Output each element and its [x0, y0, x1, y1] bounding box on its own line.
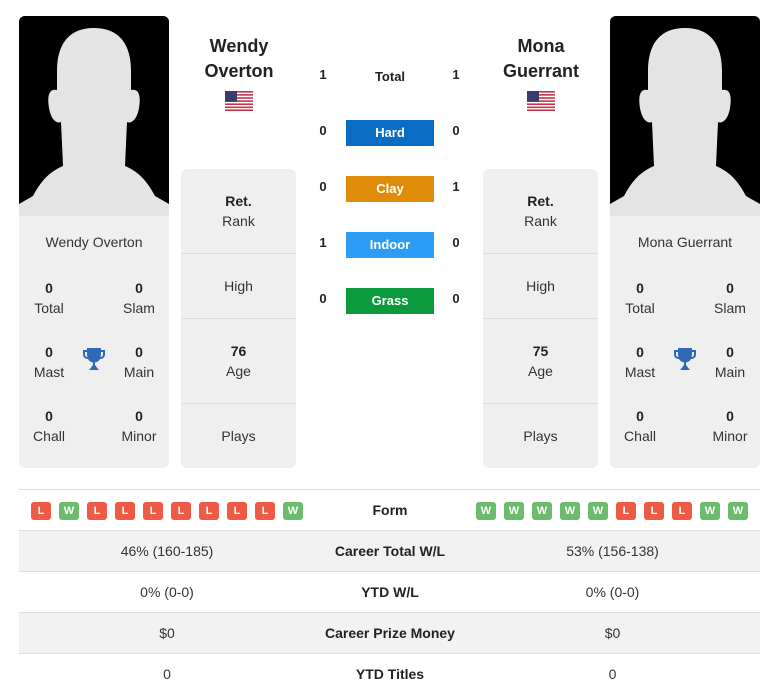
titles-minor: 0 Minor: [121, 408, 157, 444]
player1-info: Ret. Rank High 76 Age Plays: [181, 169, 296, 468]
prize-money-row: $0 Career Prize Money $0: [19, 612, 760, 653]
form-win-badge[interactable]: W: [476, 502, 496, 520]
ytd-wl-label: YTD W/L: [361, 584, 419, 600]
age-cell: 75 Age: [528, 343, 553, 379]
prize-money-label: Career Prize Money: [325, 625, 455, 641]
titles-main: 0 Main: [123, 344, 155, 380]
surface-clay-button[interactable]: Clay: [346, 176, 434, 202]
titles-chall: 0 Chall: [33, 408, 65, 444]
form-loss-badge[interactable]: L: [255, 502, 275, 520]
player1-heading[interactable]: Wendy Overton: [179, 34, 299, 84]
titles-main: 0 Main: [714, 344, 746, 380]
rank-cell: Ret. Rank: [222, 193, 255, 229]
career-total-label: Career Total W/L: [334, 543, 446, 559]
form-win-badge[interactable]: W: [283, 502, 303, 520]
player2-form: WWWWWLLLWW: [476, 502, 748, 520]
form-win-badge[interactable]: W: [700, 502, 720, 520]
h2h-total-p2: 1: [452, 67, 460, 82]
form-loss-badge[interactable]: L: [87, 502, 107, 520]
divider: [483, 253, 598, 254]
h2h-hard-p2: 0: [452, 123, 460, 138]
titles-slam: 0 Slam: [123, 280, 155, 316]
h2h-clay-p2: 1: [452, 179, 460, 194]
form-loss-badge[interactable]: L: [227, 502, 247, 520]
divider: [483, 318, 598, 319]
form-loss-badge[interactable]: L: [115, 502, 135, 520]
divider: [181, 403, 296, 404]
player1-card: Wendy Overton 0 Total 0 Slam 0 Mast 0 Main 0…: [19, 16, 169, 468]
surface-indoor-button[interactable]: Indoor: [346, 232, 434, 258]
form-win-badge[interactable]: W: [59, 502, 79, 520]
form-loss-badge[interactable]: L: [31, 502, 51, 520]
titles-minor: 0 Minor: [712, 408, 748, 444]
form-row: LWLLLLLLLW Form WWWWWLLLWW: [19, 489, 760, 530]
career-total-row: 46% (160-185) Career Total W/L 53% (156-…: [19, 530, 760, 571]
form-win-badge[interactable]: W: [588, 502, 608, 520]
trophy-icon: [82, 346, 106, 372]
form-loss-badge[interactable]: L: [171, 502, 191, 520]
player2-ytd-wl: 0% (0-0): [585, 584, 640, 600]
high-cell: High: [224, 278, 253, 294]
form-loss-badge[interactable]: L: [644, 502, 664, 520]
ytd-titles-row: 0 YTD Titles 0: [19, 653, 760, 694]
divider: [181, 253, 296, 254]
player1-prize-money: $0: [159, 625, 175, 641]
form-loss-badge[interactable]: L: [199, 502, 219, 520]
player2-card: Mona Guerrant 0 Total 0 Slam 0 Mast 0 Main 0…: [610, 16, 760, 468]
titles-chall: 0 Chall: [624, 408, 656, 444]
divider: [181, 318, 296, 319]
h2h-indoor-p1: 1: [319, 235, 327, 250]
titles-mast: 0 Mast: [624, 344, 656, 380]
player2-ytd-titles: 0: [608, 666, 617, 682]
h2h-grass-p2: 0: [452, 291, 460, 306]
surface-hard-button[interactable]: Hard: [346, 120, 434, 146]
player1-name-label: Wendy Overton: [45, 234, 143, 250]
divider: [483, 403, 598, 404]
player2-heading[interactable]: Mona Guerrant: [481, 34, 601, 84]
form-win-badge[interactable]: W: [560, 502, 580, 520]
form-win-badge[interactable]: W: [728, 502, 748, 520]
titles-total: 0 Total: [34, 280, 64, 316]
titles-total: 0 Total: [625, 280, 655, 316]
player2-info: Ret. Rank High 75 Age Plays: [483, 169, 598, 468]
age-cell: 76 Age: [226, 343, 251, 379]
form-win-badge[interactable]: W: [504, 502, 524, 520]
high-cell: High: [526, 278, 555, 294]
player1-photo: [19, 16, 169, 216]
form-loss-badge[interactable]: L: [672, 502, 692, 520]
titles-slam: 0 Slam: [714, 280, 746, 316]
player2-career-total: 53% (156-138): [566, 543, 659, 559]
player1-ytd-wl: 0% (0-0): [140, 584, 194, 600]
player1-career-total: 46% (160-185): [120, 543, 214, 559]
h2h-indoor-p2: 0: [452, 235, 460, 250]
trophy-icon: [673, 346, 697, 372]
player2-name-label: Mona Guerrant: [637, 234, 733, 250]
person-silhouette-icon: [19, 16, 169, 216]
h2h-grass-p1: 0: [319, 291, 327, 306]
person-silhouette-icon: [610, 16, 760, 216]
form-label: Form: [372, 502, 408, 518]
ytd-titles-label: YTD Titles: [355, 666, 425, 682]
player1-ytd-titles: 0: [163, 666, 171, 682]
plays-cell: Plays: [221, 428, 256, 444]
h2h-clay-p1: 0: [319, 179, 327, 194]
player1-form: LWLLLLLLLW: [31, 502, 303, 520]
us-flag-icon: [225, 91, 253, 111]
rank-cell: Ret. Rank: [524, 193, 557, 229]
h2h-total-p1: 1: [319, 67, 327, 82]
ytd-wl-row: 0% (0-0) YTD W/L 0% (0-0): [19, 571, 760, 612]
surface-grass-button[interactable]: Grass: [346, 288, 434, 314]
us-flag-icon: [527, 91, 555, 111]
h2h-total-label: Total: [374, 69, 406, 84]
h2h-hard-p1: 0: [319, 123, 327, 138]
form-loss-badge[interactable]: L: [143, 502, 163, 520]
plays-cell: Plays: [523, 428, 558, 444]
form-loss-badge[interactable]: L: [616, 502, 636, 520]
comparison-table: LWLLLLLLLW Form WWWWWLLLWW 46% (160-185)…: [19, 489, 760, 694]
player2-prize-money: $0: [604, 625, 621, 641]
player2-photo: [610, 16, 760, 216]
titles-mast: 0 Mast: [33, 344, 65, 380]
form-win-badge[interactable]: W: [532, 502, 552, 520]
